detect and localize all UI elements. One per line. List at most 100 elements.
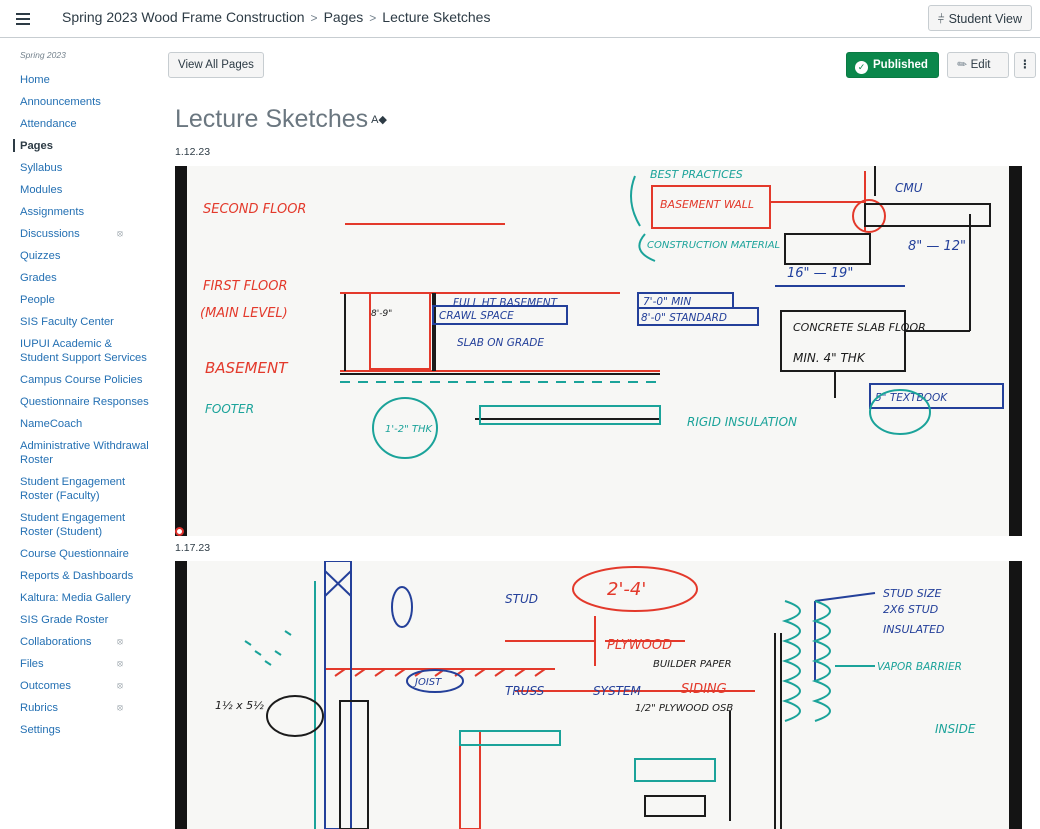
course-nav-item-iupui-academic-student-support-services[interactable]: IUPUI Academic & Student Support Service…: [20, 337, 150, 365]
course-nav-item-pages[interactable]: Pages: [13, 138, 150, 153]
label-inside: INSIDE: [935, 722, 976, 736]
course-nav-item-label: Collaborations: [20, 635, 92, 648]
lecture-sketch-image-2[interactable]: 2'-4' PLYWOOD SIDING STUD STUD SIZE 2X6 …: [175, 561, 1022, 829]
course-nav-item-label: Kaltura: Media Gallery: [20, 591, 131, 604]
course-nav-item-label: Campus Course Policies: [20, 373, 143, 386]
course-nav-item-modules[interactable]: Modules: [20, 183, 150, 197]
label-standard-8: 8'-0" STANDARD: [641, 312, 727, 324]
course-nav-item-label: NameCoach: [20, 417, 83, 430]
course-nav-item-people[interactable]: People: [20, 293, 150, 307]
label-footer: FOOTER: [205, 402, 254, 416]
course-nav-item-discussions[interactable]: Discussions ⦻: [20, 227, 150, 241]
course-nav-item-sis-faculty-center[interactable]: SIS Faculty Center: [20, 315, 150, 329]
course-nav-item-reports-dashboards[interactable]: Reports & Dashboards: [20, 569, 150, 583]
label-dim-16-19: 16" — 19": [787, 266, 853, 281]
label-main-level: (MAIN LEVEL): [200, 306, 288, 321]
label-insulated: INSULATED: [883, 623, 945, 636]
lecture-sketch-image-1[interactable]: SECOND FLOOR FIRST FLOOR (MAIN LEVEL) BA…: [175, 166, 1022, 536]
course-nav-item-label: Outcomes: [20, 679, 71, 692]
student-view-label: Student View: [948, 12, 1022, 26]
course-nav-item-home[interactable]: Home: [20, 73, 150, 87]
course-nav-item-label: Attendance: [20, 117, 77, 130]
course-nav-item-kaltura-media-gallery[interactable]: Kaltura: Media Gallery: [20, 591, 150, 605]
sketch-date-2: 1.17.23: [175, 542, 211, 554]
course-nav-item-campus-course-policies[interactable]: Campus Course Policies: [20, 373, 150, 387]
student-view-button[interactable]: ⫩ Student View: [927, 5, 1032, 31]
hamburger-menu-icon[interactable]: [14, 11, 36, 27]
label-basement: BASEMENT: [205, 359, 289, 377]
hidden-from-students-icon: ⦻: [117, 657, 123, 668]
label-plywood: PLYWOOD: [607, 638, 672, 653]
label-range-2-4: 2'-4': [607, 579, 646, 600]
label-slab-on-grade: SLAB ON GRADE: [457, 337, 544, 349]
course-nav-item-sis-grade-roster[interactable]: SIS Grade Roster: [20, 613, 150, 627]
course-nav-item-attendance[interactable]: Attendance: [20, 117, 150, 131]
course-nav-item-label: IUPUI Academic & Student Support Service…: [20, 337, 147, 364]
record-indicator-icon: [175, 527, 184, 536]
course-nav-item-syllabus[interactable]: Syllabus: [20, 161, 150, 175]
label-stud-2x6: 2X6 STUD: [883, 603, 938, 616]
hidden-from-students-icon: ⦻: [117, 701, 123, 712]
label-vapor-barrier: VAPOR BARRIER: [877, 661, 962, 673]
course-nav-item-announcements[interactable]: Announcements: [20, 95, 150, 109]
label-stud-size: STUD SIZE: [883, 587, 941, 600]
label-siding: SIDING: [681, 682, 727, 697]
course-nav-item-label: Reports & Dashboards: [20, 569, 134, 582]
global-header: Spring 2023 Wood Frame Construction > Page…: [0, 0, 1040, 38]
page-title: Lecture Sketches A◆: [175, 105, 387, 134]
label-rigid-insulation: RIGID INSULATION: [687, 415, 797, 429]
edit-label: Edit: [970, 59, 991, 71]
immersive-reader-icon[interactable]: A◆: [371, 114, 387, 126]
course-nav-item-label: Home: [20, 73, 50, 86]
more-options-button[interactable]: ⋮: [1014, 52, 1036, 78]
course-nav-item-rubrics[interactable]: Rubrics ⦻: [20, 701, 150, 715]
course-nav-item-administrative-withdrawal-roster[interactable]: Administrative Withdrawal Roster: [20, 439, 150, 467]
course-nav-item-settings[interactable]: Settings: [20, 723, 150, 737]
course-nav-item-label: Administrative Withdrawal Roster: [20, 439, 149, 466]
breadcrumb-pages[interactable]: Pages: [324, 9, 364, 25]
course-nav-item-label: Settings: [20, 723, 61, 736]
breadcrumb: Spring 2023 Wood Frame Construction > Page…: [62, 9, 490, 25]
label-min-4: MIN. 4" THK: [793, 351, 866, 365]
course-nav-item-label: SIS Faculty Center: [20, 315, 114, 328]
course-navigation: Spring 2023 Home Announcements Attendance P…: [13, 50, 150, 745]
label-dim-8-12: 8" — 12": [908, 239, 966, 254]
breadcrumb-separator-icon: >: [310, 11, 318, 25]
published-button[interactable]: ✓ Published: [846, 52, 939, 78]
label-basement-wall: BASEMENT WALL: [660, 198, 754, 211]
label-dim-8-9: 8'-9": [371, 309, 392, 319]
course-nav-item-files[interactable]: Files ⦻: [20, 657, 150, 671]
course-nav-item-grades[interactable]: Grades: [20, 271, 150, 285]
label-builder-paper: BUILDER PAPER: [653, 659, 732, 670]
page-title-text: Lecture Sketches: [175, 105, 369, 133]
breadcrumb-separator-icon: >: [369, 11, 377, 25]
course-nav-item-label: Syllabus: [20, 161, 63, 174]
course-nav-item-assignments[interactable]: Assignments: [20, 205, 150, 219]
course-nav-item-label: SIS Grade Roster: [20, 613, 109, 626]
label-osb: 1/2" PLYWOOD OSB: [635, 703, 733, 714]
course-nav-item-label: Quizzes: [20, 249, 61, 262]
label-thk-1-2: 1'-2" THK: [385, 424, 433, 435]
label-first-floor: FIRST FLOOR: [203, 279, 288, 294]
label-second-floor: SECOND FLOOR: [203, 202, 306, 217]
hidden-from-students-icon: ⦻: [117, 679, 123, 690]
course-nav-item-course-questionnaire[interactable]: Course Questionnaire: [20, 547, 150, 561]
label-sill: 1½ x 5½: [215, 699, 264, 712]
course-nav-item-student-engagement-roster-student[interactable]: Student Engagement Roster (Student): [20, 511, 150, 539]
label-truss: TRUSS: [505, 684, 545, 698]
course-term: Spring 2023: [20, 50, 66, 60]
breadcrumb-course[interactable]: Spring 2023 Wood Frame Construction: [62, 9, 305, 25]
course-nav-item-label: Modules: [20, 183, 63, 196]
view-all-pages-button[interactable]: View All Pages: [168, 52, 264, 78]
course-nav-item-label: Rubrics: [20, 701, 58, 714]
label-best-practices: BEST PRACTICES: [650, 168, 743, 181]
course-nav-item-quizzes[interactable]: Quizzes: [20, 249, 150, 263]
course-nav-item-collaborations[interactable]: Collaborations ⦻: [20, 635, 150, 649]
course-nav-item-outcomes[interactable]: Outcomes ⦻: [20, 679, 150, 693]
breadcrumb-current-page[interactable]: Lecture Sketches: [382, 9, 490, 25]
course-nav-item-questionnaire-responses[interactable]: Questionnaire Responses: [20, 395, 150, 409]
edit-button[interactable]: ✎Edit: [947, 52, 1009, 78]
course-nav-item-student-engagement-roster-faculty[interactable]: Student Engagement Roster (Faculty): [20, 475, 150, 503]
published-label: Published: [873, 59, 928, 71]
course-nav-item-namecoach[interactable]: NameCoach: [20, 417, 150, 431]
